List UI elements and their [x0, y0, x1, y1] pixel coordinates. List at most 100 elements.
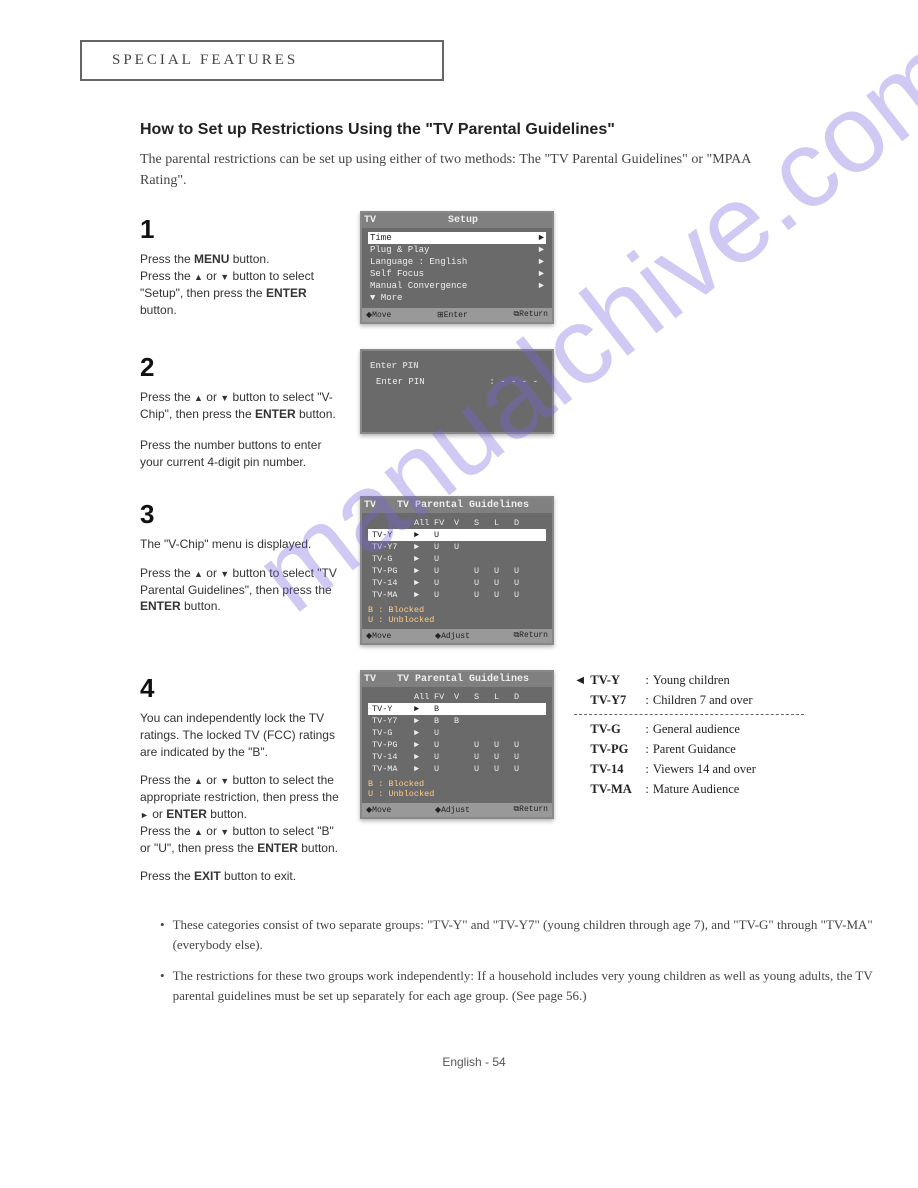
down-arrow-icon — [220, 827, 229, 837]
c: ► — [414, 740, 428, 750]
c: U — [514, 764, 528, 774]
c: ► — [414, 566, 428, 576]
f: ◆Move — [366, 805, 391, 815]
screenshot-guidelines-4: TVTV Parental Guidelines AllFVVSLD TV-Y►… — [360, 670, 554, 819]
pin-value: : - - - - — [489, 377, 538, 387]
enter-label: ENTER — [166, 807, 207, 821]
t: button to exit. — [221, 869, 296, 883]
f: ⧉Return — [513, 631, 548, 641]
menu-row: Manual Convergence► — [368, 280, 546, 292]
table-row: TV-Y►U — [368, 529, 546, 541]
tv-label: TV — [364, 215, 376, 226]
table-row: TV-G►U — [368, 727, 546, 739]
ld: Young children — [653, 670, 730, 690]
enter-label: ENTER — [257, 841, 298, 855]
c: U — [514, 578, 528, 588]
f: ◆Adjust — [435, 631, 470, 641]
ld: Parent Guidance — [653, 739, 736, 759]
table-row: TV-Y7►BB — [368, 715, 546, 727]
t: button. — [207, 807, 247, 821]
t: or — [203, 390, 220, 404]
step-2-text: 2 Press the or button to select "V-Chip"… — [140, 349, 340, 471]
step-3-number: 3 — [140, 496, 340, 532]
c: U — [494, 566, 508, 576]
c: U — [434, 554, 448, 564]
c: All — [414, 518, 428, 528]
c: U — [514, 590, 528, 600]
r: TV-Y — [372, 530, 408, 540]
r: TV-G — [372, 728, 408, 738]
f: ⊞Enter — [437, 310, 468, 320]
c: FV — [434, 518, 448, 528]
ss-title: Setup — [448, 215, 478, 226]
enter-label: ENTER — [140, 599, 181, 613]
c: U — [494, 764, 508, 774]
lc: TV-Y — [590, 670, 645, 690]
f: ⧉Return — [513, 310, 548, 320]
c: B — [434, 704, 448, 714]
c: S — [474, 692, 488, 702]
up-arrow-icon — [194, 393, 203, 403]
c: U — [514, 752, 528, 762]
c: ► — [414, 716, 428, 726]
step-4: 4 You can independently lock the TV rati… — [140, 670, 868, 886]
c: ► — [414, 590, 428, 600]
ld: General audience — [653, 719, 740, 739]
c: U — [434, 530, 448, 540]
exit-label: EXIT — [194, 869, 221, 883]
c: U — [474, 590, 488, 600]
table-header: AllFVVSLD — [368, 691, 546, 703]
c: L — [494, 692, 508, 702]
bullet-item: •These categories consist of two separat… — [160, 915, 880, 954]
ratings-legend: ◄TV-Y:Young children ◄TV-Y7:Children 7 a… — [574, 670, 804, 799]
enter-label: ENTER — [266, 286, 307, 300]
down-arrow-icon — [220, 569, 229, 579]
r: TV-14 — [372, 752, 408, 762]
footnotes: •These categories consist of two separat… — [160, 915, 880, 1005]
c: ► — [414, 728, 428, 738]
down-arrow-icon — [220, 272, 229, 282]
ss-title: TV Parental Guidelines — [397, 500, 529, 511]
bt: These categories consist of two separate… — [173, 915, 880, 954]
t: Press the — [140, 252, 194, 266]
step-3-text: 3 The "V-Chip" menu is displayed. Press … — [140, 496, 340, 616]
blocked-legend: B : Blocked — [368, 779, 546, 789]
ss-footer: ◆Move ◆Adjust ⧉Return — [362, 629, 552, 643]
c — [454, 590, 468, 600]
r: ► — [539, 245, 544, 255]
menu-row: Time► — [368, 232, 546, 244]
c: U — [434, 566, 448, 576]
c: U — [494, 578, 508, 588]
ld: Children 7 and over — [653, 690, 753, 710]
c: U — [434, 542, 448, 552]
table-row: TV-MA►UUUU — [368, 589, 546, 601]
menu-label: MENU — [194, 252, 229, 266]
step-3: 3 The "V-Chip" menu is displayed. Press … — [140, 496, 868, 645]
ss-footer: ◆Move ◆Adjust ⧉Return — [362, 803, 552, 817]
down-arrow-icon — [220, 393, 229, 403]
c: V — [454, 518, 468, 528]
r: Self Focus — [370, 269, 424, 279]
c: D — [514, 692, 528, 702]
up-arrow-icon — [194, 776, 203, 786]
unblocked-legend: U : Unblocked — [368, 615, 546, 625]
c: S — [474, 518, 488, 528]
t: Press the — [140, 869, 194, 883]
r: TV-Y7 — [372, 716, 408, 726]
c: ► — [414, 554, 428, 564]
step-1-number: 1 — [140, 211, 340, 247]
tv-label: TV — [364, 674, 376, 685]
lc: TV-G — [590, 719, 645, 739]
page-title: How to Set up Restrictions Using the "TV… — [140, 121, 868, 139]
r: Language : English — [370, 257, 467, 267]
r: TV-MA — [372, 590, 408, 600]
lc: TV-Y7 — [590, 690, 645, 710]
c: U — [494, 590, 508, 600]
r: ▼ More — [370, 293, 402, 303]
t: button. — [298, 841, 338, 855]
c: All — [414, 692, 428, 702]
r: ► — [539, 269, 544, 279]
r: TV-14 — [372, 578, 408, 588]
ld: Viewers 14 and over — [653, 759, 756, 779]
r: ► — [539, 257, 544, 267]
